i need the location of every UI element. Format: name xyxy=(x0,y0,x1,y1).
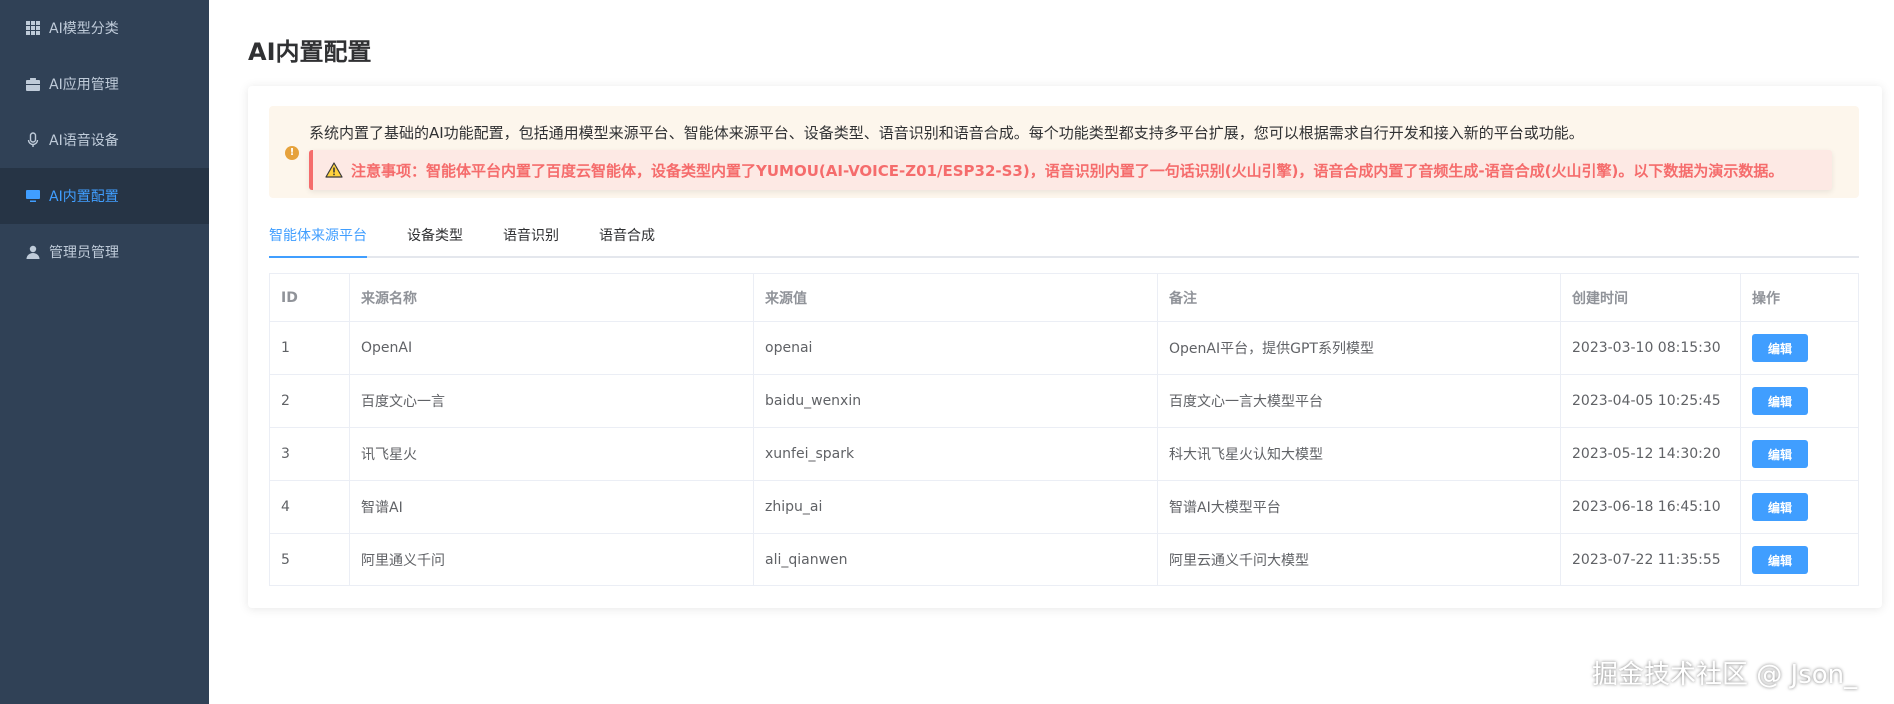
tab-bar: 智能体来源平台 设备类型 语音识别 语音合成 xyxy=(269,224,1859,258)
cell-value: ali_qianwen xyxy=(754,534,1158,586)
page-title: AI内置配置 xyxy=(248,38,372,66)
column-header-id: ID xyxy=(270,274,350,321)
cell-remark: 阿里云通义千问大模型 xyxy=(1158,534,1561,586)
cell-remark: 科大讯飞星火认知大模型 xyxy=(1158,428,1561,480)
edit-button[interactable]: 编辑 xyxy=(1752,387,1808,415)
cell-created: 2023-06-18 16:45:10 xyxy=(1561,481,1741,533)
tab-speech-synthesis[interactable]: 语音合成 xyxy=(599,224,655,258)
cell-id: 4 xyxy=(270,481,350,533)
column-header-created: 创建时间 xyxy=(1561,274,1741,321)
sidebar: AI模型分类 AI应用管理 AI语音设备 AI内置配置 管理员管理 xyxy=(0,0,209,704)
table-header-row: ID 来源名称 来源值 备注 创建时间 操作 xyxy=(270,274,1858,322)
cell-action: 编辑 xyxy=(1741,428,1858,480)
cell-remark: 智谱AI大模型平台 xyxy=(1158,481,1561,533)
edit-button[interactable]: 编辑 xyxy=(1752,334,1808,362)
warning-triangle-icon xyxy=(325,162,343,178)
table-row: 1 OpenAI openai OpenAI平台，提供GPT系列模型 2023-… xyxy=(270,322,1858,375)
sidebar-item-label: AI语音设备 xyxy=(49,133,119,149)
sidebar-item-label: 管理员管理 xyxy=(49,245,119,261)
cell-value: openai xyxy=(754,322,1158,374)
sidebar-item-ai-app-management[interactable]: AI应用管理 xyxy=(0,56,209,112)
cell-created: 2023-05-12 14:30:20 xyxy=(1561,428,1741,480)
source-table: ID 来源名称 来源值 备注 创建时间 操作 1 OpenAI openai O… xyxy=(269,273,1859,586)
config-card: ! 系统内置了基础的AI功能配置，包括通用模型来源平台、智能体来源平台、设备类型… xyxy=(248,86,1882,608)
column-header-remark: 备注 xyxy=(1158,274,1561,321)
cell-id: 5 xyxy=(270,534,350,586)
cell-remark: OpenAI平台，提供GPT系列模型 xyxy=(1158,322,1561,374)
cell-id: 3 xyxy=(270,428,350,480)
notice-box: ! 系统内置了基础的AI功能配置，包括通用模型来源平台、智能体来源平台、设备类型… xyxy=(269,106,1859,198)
monitor-icon xyxy=(25,188,41,204)
cell-created: 2023-04-05 10:25:45 xyxy=(1561,375,1741,427)
notice-alert: 注意事项：智能体平台内置了百度云智能体，设备类型内置了YUMOU(AI-VOIC… xyxy=(309,150,1832,190)
table-row: 5 阿里通义千问 ali_qianwen 阿里云通义千问大模型 2023-07-… xyxy=(270,534,1858,586)
sidebar-item-label: AI模型分类 xyxy=(49,21,119,37)
user-icon xyxy=(25,244,41,260)
briefcase-icon xyxy=(25,76,41,92)
cell-created: 2023-07-22 11:35:55 xyxy=(1561,534,1741,586)
table-row: 2 百度文心一言 baidu_wenxin 百度文心一言大模型平台 2023-0… xyxy=(270,375,1858,428)
tab-speech-recognition[interactable]: 语音识别 xyxy=(503,224,559,258)
cell-name: 百度文心一言 xyxy=(350,375,754,427)
cell-id: 2 xyxy=(270,375,350,427)
cell-name: 讯飞星火 xyxy=(350,428,754,480)
sidebar-item-ai-voice-device[interactable]: AI语音设备 xyxy=(0,112,209,168)
active-tab-indicator xyxy=(269,256,367,258)
cell-id: 1 xyxy=(270,322,350,374)
cell-action: 编辑 xyxy=(1741,375,1858,427)
notice-description: 系统内置了基础的AI功能配置，包括通用模型来源平台、智能体来源平台、设备类型、语… xyxy=(309,124,1584,142)
cell-remark: 百度文心一言大模型平台 xyxy=(1158,375,1561,427)
cell-action: 编辑 xyxy=(1741,322,1858,374)
edit-button[interactable]: 编辑 xyxy=(1752,493,1808,521)
column-header-value: 来源值 xyxy=(754,274,1158,321)
microphone-icon xyxy=(25,132,41,148)
cell-name: 阿里通义千问 xyxy=(350,534,754,586)
cell-value: xunfei_spark xyxy=(754,428,1158,480)
grid-icon xyxy=(25,20,41,36)
cell-value: baidu_wenxin xyxy=(754,375,1158,427)
cell-name: OpenAI xyxy=(350,322,754,374)
table-row: 3 讯飞星火 xunfei_spark 科大讯飞星火认知大模型 2023-05-… xyxy=(270,428,1858,481)
tab-agent-source-platform[interactable]: 智能体来源平台 xyxy=(269,224,367,258)
cell-created: 2023-03-10 08:15:30 xyxy=(1561,322,1741,374)
sidebar-item-ai-model-category[interactable]: AI模型分类 xyxy=(0,0,209,56)
sidebar-item-ai-builtin-config[interactable]: AI内置配置 xyxy=(0,168,209,224)
cell-value: zhipu_ai xyxy=(754,481,1158,533)
sidebar-item-label: AI内置配置 xyxy=(49,189,119,205)
warning-circle-icon: ! xyxy=(285,146,299,160)
column-header-action: 操作 xyxy=(1752,290,1780,307)
tab-device-type[interactable]: 设备类型 xyxy=(407,224,463,258)
edit-button[interactable]: 编辑 xyxy=(1752,440,1808,468)
edit-button[interactable]: 编辑 xyxy=(1752,546,1808,574)
table-row: 4 智谱AI zhipu_ai 智谱AI大模型平台 2023-06-18 16:… xyxy=(270,481,1858,534)
cell-action: 编辑 xyxy=(1741,534,1858,586)
notice-alert-text: 注意事项：智能体平台内置了百度云智能体，设备类型内置了YUMOU(AI-VOIC… xyxy=(351,161,1784,180)
watermark: 掘金技术社区 @ Json_ xyxy=(1592,660,1858,690)
sidebar-item-label: AI应用管理 xyxy=(49,77,119,93)
cell-name: 智谱AI xyxy=(350,481,754,533)
column-header-name: 来源名称 xyxy=(350,274,754,321)
sidebar-item-admin-management[interactable]: 管理员管理 xyxy=(0,224,209,280)
cell-action: 编辑 xyxy=(1741,481,1858,533)
